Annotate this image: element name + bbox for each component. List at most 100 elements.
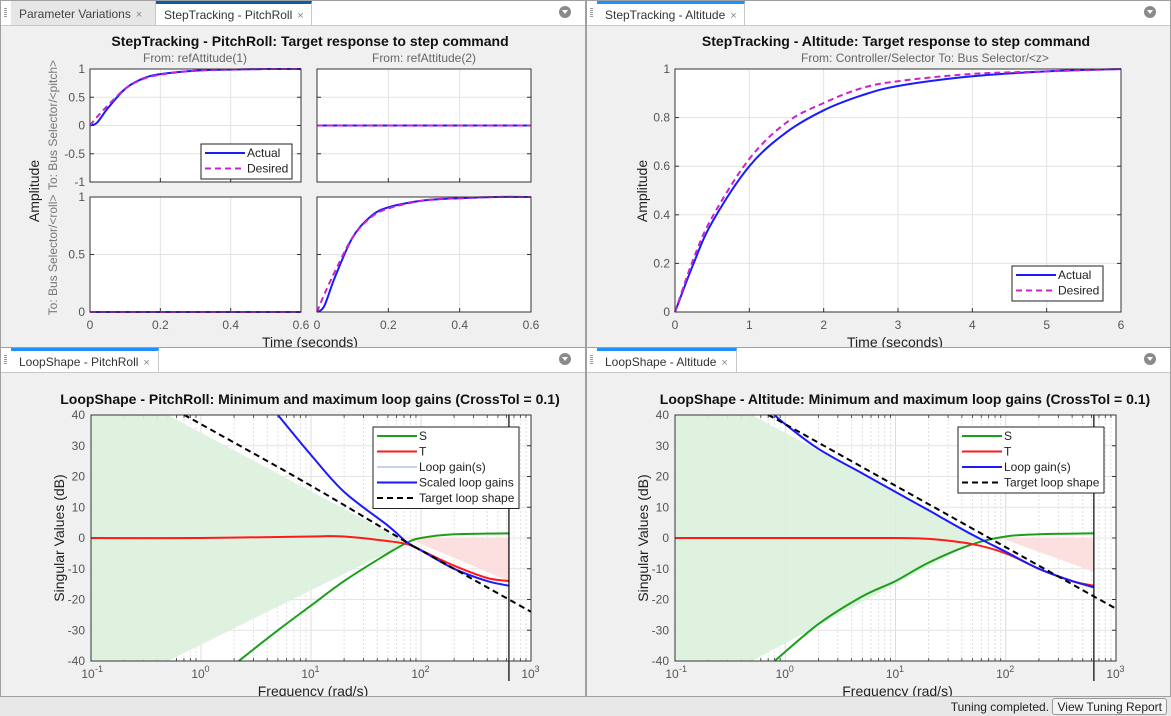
x-tick-exponent: 2 — [424, 664, 429, 674]
plot-area — [90, 69, 301, 182]
drag-grip-icon[interactable] — [590, 355, 593, 365]
x-tick-label: 5 — [1043, 318, 1050, 332]
panel-menu-icon[interactable] — [559, 353, 571, 365]
tab-loopshape-pitchroll[interactable]: LoopShape - PitchRoll × — [11, 348, 159, 372]
tab-loopshape-altitude[interactable]: LoopShape - Altitude × — [597, 348, 737, 372]
row-label-1: To: Bus Selector/<pitch> — [46, 60, 60, 190]
tab-bar: LoopShape - Altitude × — [587, 348, 1170, 373]
legend-label: Desired — [247, 162, 288, 176]
close-icon[interactable]: × — [721, 357, 727, 369]
x-tick-label: 6 — [1118, 318, 1125, 332]
x-tick-label: 4 — [969, 318, 976, 332]
drag-grip-icon[interactable] — [4, 8, 7, 18]
x-tick-exponent: 2 — [1009, 664, 1014, 674]
legend-label: S — [1004, 429, 1012, 443]
series-t — [674, 536, 1095, 587]
panel-menu-icon[interactable] — [1144, 6, 1156, 18]
tab-parameter-variations[interactable]: Parameter Variations × — [11, 1, 156, 25]
y-tick-label: 0 — [662, 531, 669, 545]
y-tick-label: -40 — [68, 654, 86, 668]
series-actual — [316, 195, 532, 313]
y-tick-label: 30 — [72, 439, 86, 453]
series-actual — [89, 67, 302, 127]
panel-menu-icon[interactable] — [559, 6, 571, 18]
panel-menu-icon[interactable] — [1144, 353, 1156, 365]
y-axis-label: Amplitude — [634, 160, 650, 222]
tab-bar: StepTracking - Altitude × — [587, 1, 1170, 26]
tab-bar: LoopShape - PitchRoll × — [1, 348, 585, 373]
x-tick-exponent: 0 — [789, 664, 794, 674]
drag-grip-icon[interactable] — [590, 8, 593, 18]
y-axis-label: Singular Values (dB) — [635, 474, 651, 601]
x-tick-label: 10 — [996, 667, 1010, 681]
axes-frame — [674, 68, 1122, 313]
legend-label: S — [419, 429, 427, 443]
chart-title: LoopShape - Altitude: Minimum and maximu… — [659, 391, 1151, 407]
plot-area — [675, 69, 1121, 312]
y-tick-label: 0 — [78, 531, 85, 545]
x-tick-label: 10 — [776, 667, 790, 681]
tab-label: StepTracking - Altitude — [605, 8, 726, 22]
series-s — [238, 532, 509, 662]
plot-area — [675, 415, 1116, 661]
close-icon[interactable]: × — [297, 10, 303, 22]
x-tick-label: 10 — [521, 667, 535, 681]
region-t-bound — [407, 538, 509, 582]
plot-area — [317, 69, 531, 182]
legend-label: Actual — [1058, 268, 1091, 282]
series-target-loop-shape — [767, 414, 1117, 610]
axes-frame — [89, 196, 302, 313]
y-tick-label: 0.4 — [653, 208, 670, 222]
tab-label: LoopShape - PitchRoll — [19, 355, 139, 369]
chart-title: LoopShape - PitchRoll: Minimum and maxim… — [60, 391, 560, 407]
y-tick-label: -0.5 — [64, 147, 85, 161]
legend-box — [957, 426, 1105, 494]
y-axis-label: Amplitude — [26, 160, 42, 222]
tab-steptracking-pitchroll[interactable]: StepTracking - PitchRoll × — [156, 1, 312, 25]
y-tick-label: 40 — [656, 408, 670, 422]
x-tick-label: 10 — [1106, 667, 1120, 681]
y-tick-label: -10 — [68, 562, 86, 576]
x-tick-label: 3 — [895, 318, 902, 332]
x-axis-label: Frequency (rad/s) — [842, 683, 952, 697]
x-tick-label: 0 — [87, 318, 94, 332]
panel-steptracking-altitude: StepTracking - Altitude × StepTracking - … — [586, 0, 1171, 348]
series-desired — [316, 195, 532, 313]
close-icon[interactable]: × — [136, 9, 142, 21]
x-tick-label: 0.2 — [380, 318, 397, 332]
column-label-2: From: refAttitude(2) — [371, 51, 477, 65]
chart-title: StepTracking - Altitude: Target response… — [701, 33, 1091, 49]
y-tick-label: -1 — [74, 175, 85, 189]
series-loop-gain-s- — [773, 414, 1095, 589]
series-scaled-loop-gains — [277, 414, 510, 587]
y-tick-label: 10 — [72, 500, 86, 514]
legend-label: Actual — [247, 146, 280, 160]
legend-label: T — [1004, 445, 1012, 459]
y-tick-label: 1 — [78, 62, 85, 76]
x-tick-exponent: 3 — [1119, 664, 1124, 674]
view-tuning-report-button[interactable]: View Tuning Report — [1052, 698, 1167, 715]
status-bar: Tuning completed. View Tuning Report — [0, 696, 1171, 716]
x-axis-label: Time (seconds) — [847, 334, 943, 348]
axes-frame — [316, 196, 532, 313]
tab-label: StepTracking - PitchRoll — [164, 8, 293, 22]
y-tick-label: 20 — [656, 470, 670, 484]
legend-label: Loop gain(s) — [419, 460, 486, 474]
tab-label: Parameter Variations — [19, 7, 131, 21]
x-tick-label: 0.4 — [451, 318, 468, 332]
tab-steptracking-altitude[interactable]: StepTracking - Altitude × — [597, 1, 745, 25]
y-tick-label: 40 — [72, 408, 86, 422]
axes-frame — [90, 414, 532, 662]
close-icon[interactable]: × — [730, 10, 736, 22]
y-tick-label: 0.5 — [68, 90, 85, 104]
x-tick-label: 0 — [672, 318, 679, 332]
x-tick-label: 0.2 — [152, 318, 169, 332]
x-tick-exponent: 0 — [204, 664, 209, 674]
legend-box — [372, 426, 520, 509]
x-tick-label: 10 — [191, 667, 205, 681]
drag-grip-icon[interactable] — [4, 355, 7, 365]
panel-loopshape-altitude: LoopShape - Altitude × LoopShape - Altitu… — [586, 347, 1171, 697]
close-icon[interactable]: × — [143, 357, 149, 369]
y-tick-label: -20 — [652, 593, 670, 607]
panel-loopshape-pitchroll: LoopShape - PitchRoll × LoopShape - Pitch… — [0, 347, 586, 697]
